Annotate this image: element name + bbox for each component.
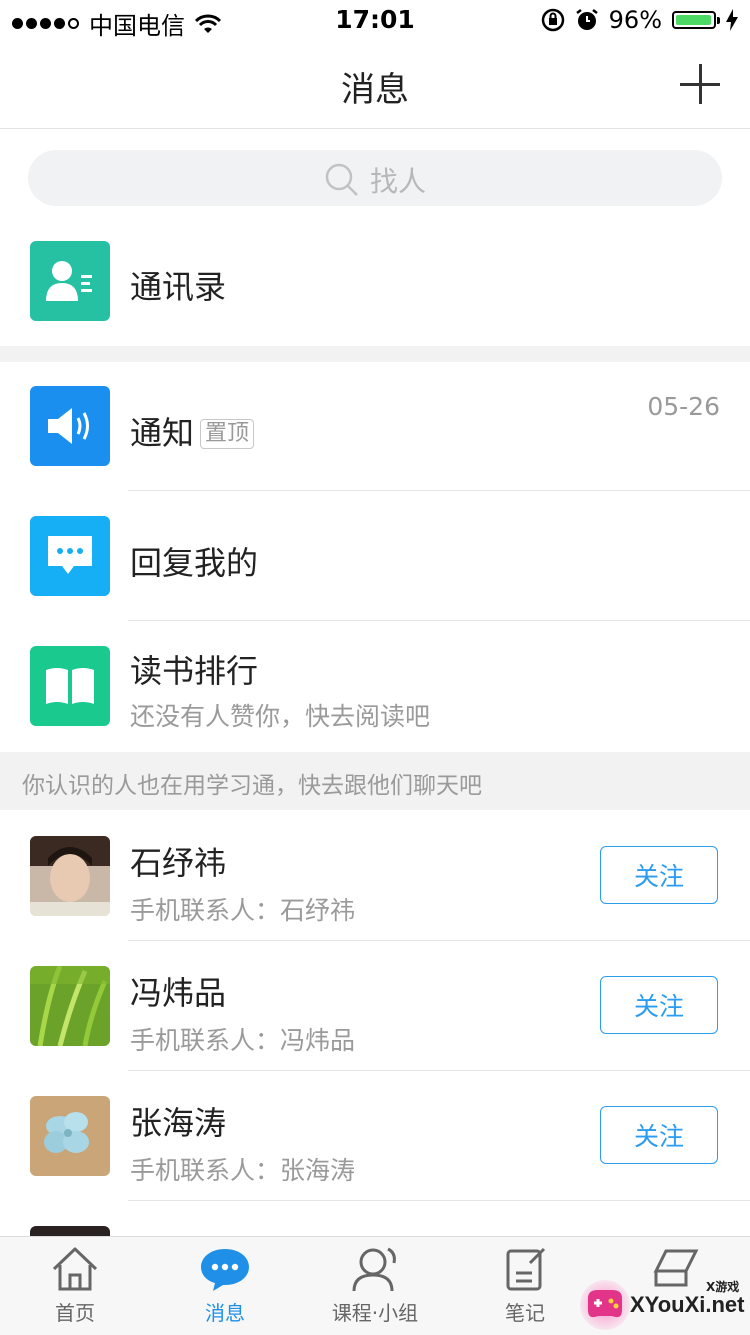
divider — [128, 490, 750, 491]
notice-title-wrap: 通知 置顶 — [130, 408, 255, 454]
divider — [128, 1200, 750, 1201]
notice-date: 05-26 — [647, 392, 720, 421]
tab-label: 消息 — [205, 1301, 245, 1325]
battery-icon — [672, 11, 720, 29]
nav-bar: 消息 — [0, 40, 750, 129]
pinned-badge: 置顶 — [200, 419, 255, 449]
search-icon — [325, 163, 358, 196]
follow-button[interactable]: 关注 — [600, 1106, 718, 1164]
tab-home[interactable]: 首页 — [0, 1245, 150, 1333]
person-subtitle: 手机联系人：张海涛 — [130, 1156, 356, 1185]
status-right: 96% — [541, 6, 738, 34]
tab-messages[interactable]: 消息 — [150, 1245, 300, 1333]
avatar — [30, 1096, 110, 1176]
hint-text: 你认识的人也在用学习通，快去跟他们聊天吧 — [22, 773, 482, 799]
section-gap — [0, 346, 750, 362]
rotation-lock-icon — [541, 8, 564, 32]
avatar — [30, 966, 110, 1046]
search-input[interactable]: 找人 — [370, 160, 426, 200]
follow-button[interactable]: 关注 — [600, 846, 718, 904]
tab-courses[interactable]: 课程·小组 — [300, 1245, 450, 1333]
suggestion-hint: 你认识的人也在用学习通，快去跟他们聊天吧 — [0, 752, 750, 810]
tab-label: 课程·小组 — [331, 1301, 419, 1325]
watermark-text: XYouXi.net — [630, 1292, 745, 1317]
note-icon — [506, 1247, 546, 1291]
speaker-icon — [30, 386, 110, 466]
search-bar[interactable]: 找人 — [28, 150, 722, 206]
person-subtitle: 手机联系人：石纾祎 — [130, 896, 356, 925]
watermark-logo: X游戏 XYouXi.net — [578, 1272, 750, 1334]
add-icon[interactable] — [680, 64, 720, 104]
contacts-label: 通讯录 — [130, 268, 227, 306]
person-name: 张海涛 — [130, 1104, 227, 1142]
divider — [128, 620, 750, 621]
avatar — [30, 1226, 110, 1236]
status-bar: 中国电信 17:01 96% — [0, 0, 750, 40]
follow-button[interactable]: 关注 — [600, 976, 718, 1034]
home-icon — [52, 1247, 98, 1291]
tab-label: 首页 — [55, 1301, 95, 1325]
page-title: 消息 — [341, 70, 409, 110]
reading-title: 读书排行 — [130, 652, 259, 690]
person-subtitle: 手机联系人：冯炜品 — [130, 1026, 356, 1055]
person-icon — [352, 1247, 396, 1292]
avatar — [30, 836, 110, 916]
reply-bubble-icon — [30, 516, 110, 596]
person-name: 石纾祎 — [130, 844, 227, 882]
chat-icon — [201, 1249, 249, 1291]
notice-title: 通知 — [130, 414, 195, 452]
battery-percent: 96% — [608, 6, 662, 34]
reply-title: 回复我的 — [130, 544, 259, 582]
gamepad-icon — [580, 1280, 630, 1330]
contacts-icon — [30, 241, 110, 321]
person-name: 冯炜品 — [130, 974, 227, 1012]
charging-icon — [726, 9, 738, 31]
tab-label: 笔记 — [505, 1301, 545, 1325]
book-icon — [30, 646, 110, 726]
divider — [128, 940, 750, 941]
alarm-icon — [575, 9, 598, 30]
divider — [128, 1070, 750, 1071]
reading-subtitle: 还没有人赞你，快去阅读吧 — [130, 702, 431, 731]
